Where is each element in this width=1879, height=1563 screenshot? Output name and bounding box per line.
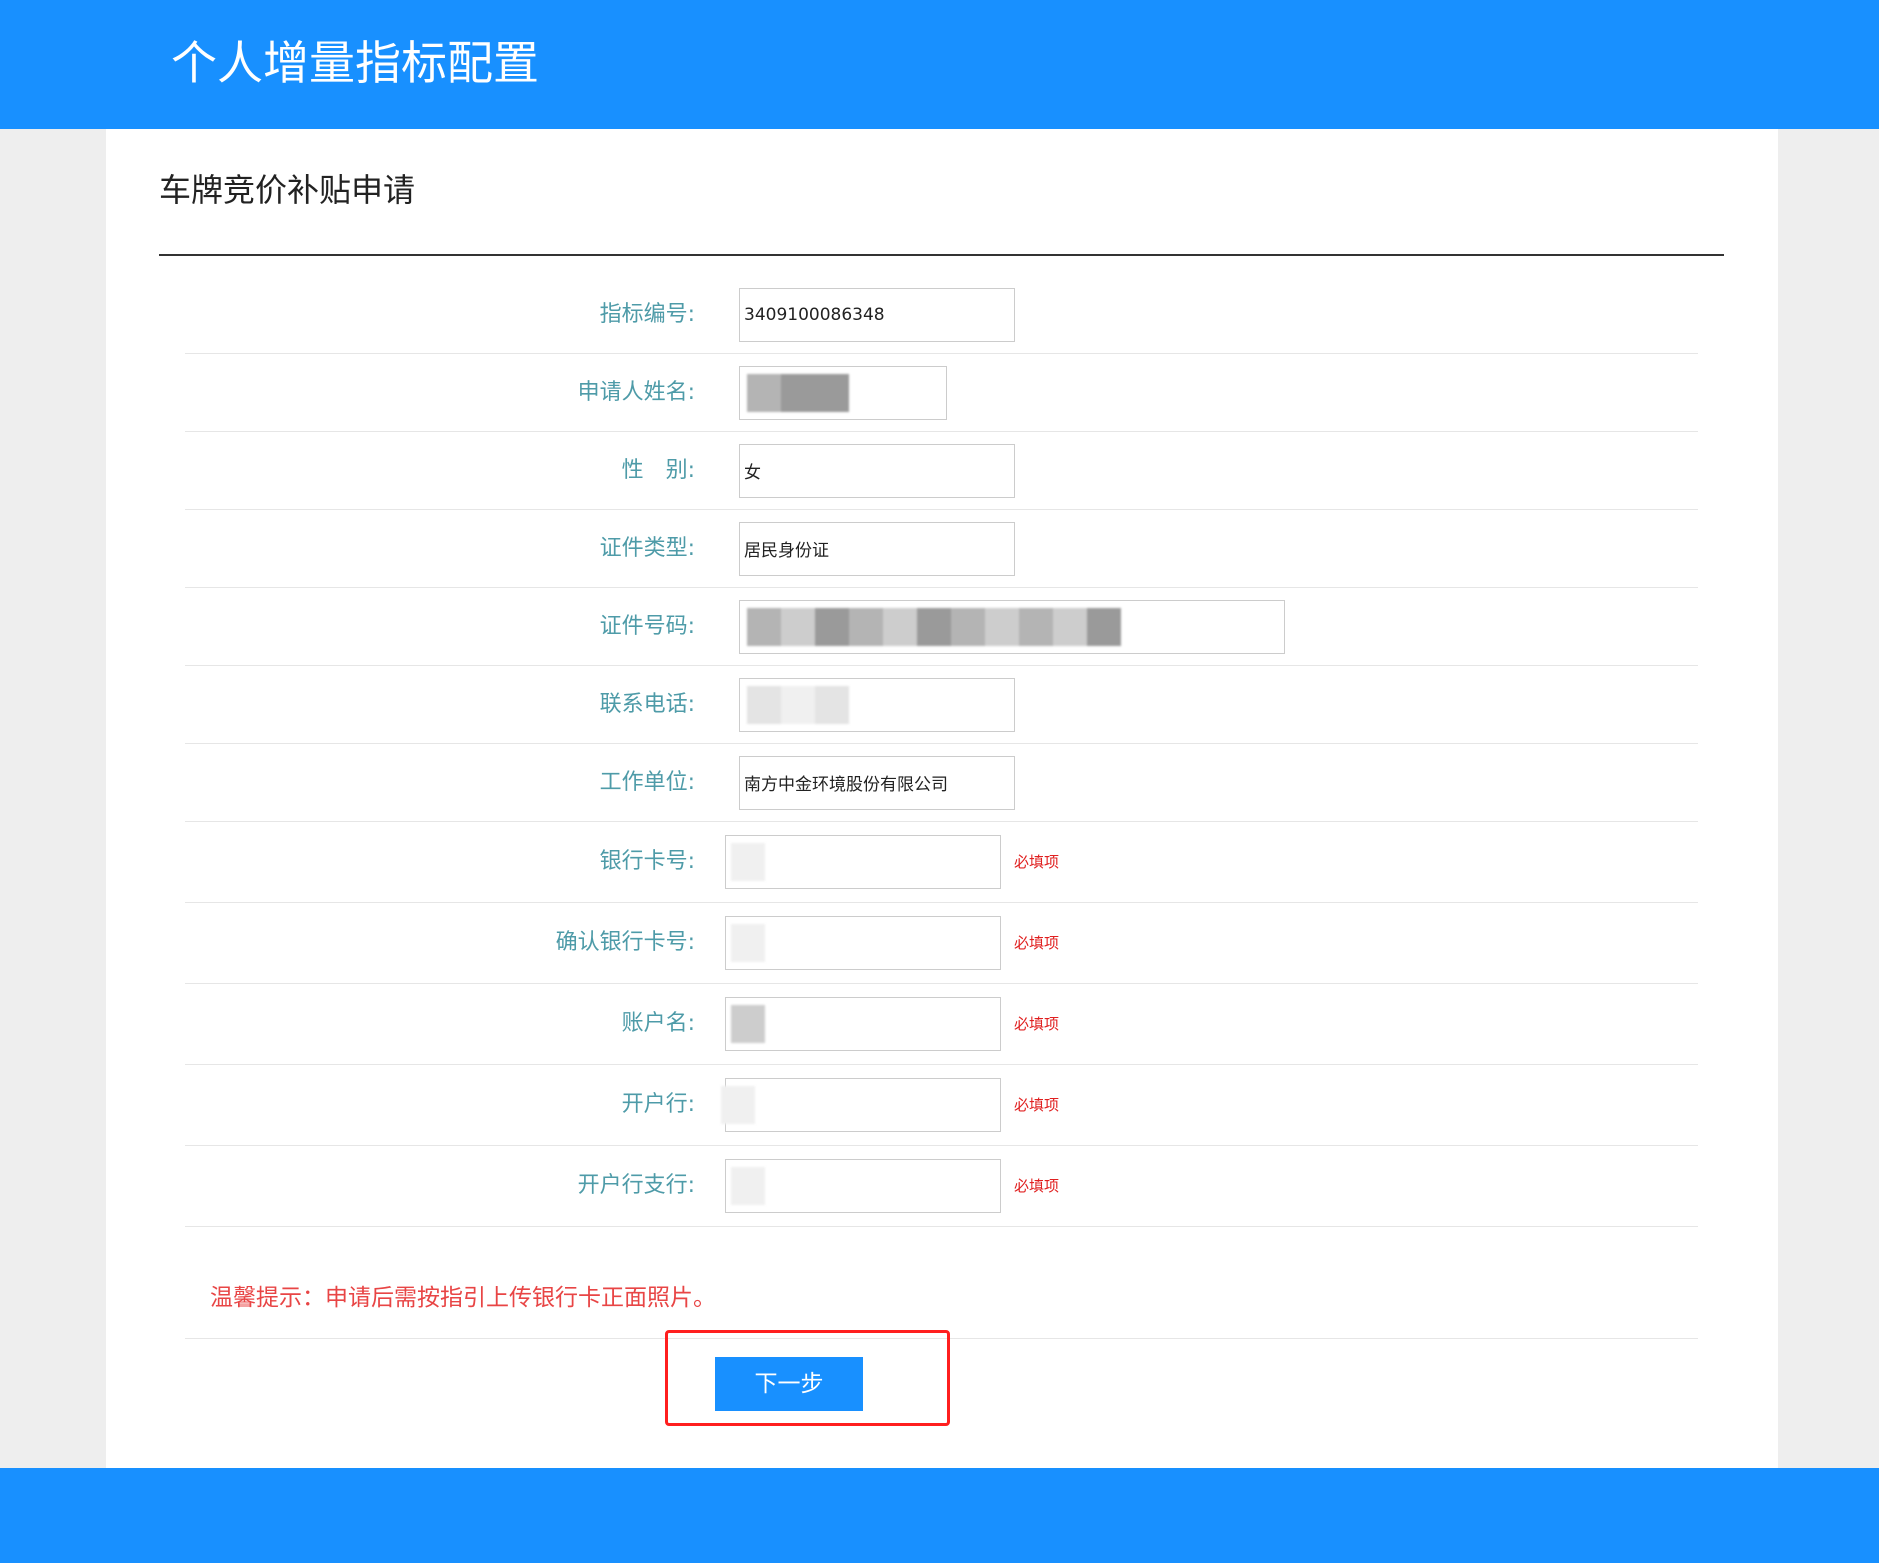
form-row-bank-branch: 开户行支行: 必填项: [185, 1146, 1698, 1227]
form-row-quota-number: 指标编号:: [185, 276, 1698, 354]
redaction-mosaic: [747, 607, 1121, 646]
redaction-mosaic: [731, 924, 765, 962]
bank-branch-input[interactable]: [725, 1159, 1001, 1213]
redaction-mosaic: [747, 685, 849, 724]
confirm-bank-card-label: 确认银行卡号:: [555, 930, 695, 955]
confirm-bank-card-input[interactable]: [725, 916, 1001, 970]
bank-name-label: 开户行:: [621, 1092, 695, 1117]
redaction-mosaic: [731, 1167, 765, 1205]
required-note: 必填项: [1014, 934, 1060, 952]
form-row-id-number: 证件号码:: [185, 588, 1698, 666]
employer-label: 工作单位:: [599, 769, 695, 795]
redaction-mosaic: [731, 1005, 765, 1043]
id-number-label: 证件号码:: [599, 613, 695, 639]
form-row-id-type: 证件类型:: [185, 510, 1698, 588]
bank-card-label: 银行卡号:: [599, 849, 695, 874]
form-row-account-name: 账户名: 必填项: [185, 984, 1698, 1065]
form-row-bank-name: 开户行: 必填项: [185, 1065, 1698, 1146]
app-footer: [0, 1468, 1879, 1563]
account-name-label: 账户名:: [621, 1011, 695, 1036]
id-type-field[interactable]: [739, 521, 1015, 576]
required-note: 必填项: [1014, 1177, 1060, 1195]
page-title: 车牌竞价补贴申请: [159, 171, 416, 209]
form-row-gender: 性 别:: [185, 432, 1698, 510]
applicant-name-label: 申请人姓名:: [577, 379, 695, 405]
app-header: 个人增量指标配置: [0, 0, 1879, 129]
phone-label: 联系电话:: [599, 691, 695, 717]
required-note: 必填项: [1014, 1015, 1060, 1033]
redaction-mosaic: [747, 373, 849, 412]
form-panel: 车牌竞价补贴申请 指标编号: 申请人姓名: 性 别: 证件类型: 证件号码: 联…: [106, 129, 1778, 1468]
bank-name-input[interactable]: [725, 1078, 1001, 1132]
required-note: 必填项: [1014, 853, 1060, 871]
form-row-employer: 工作单位:: [185, 744, 1698, 822]
id-type-label: 证件类型:: [599, 535, 695, 561]
quota-number-label: 指标编号:: [599, 301, 695, 327]
quota-number-field[interactable]: [739, 287, 1015, 342]
next-step-button[interactable]: 下一步: [715, 1357, 863, 1411]
form-row-confirm-bank-card: 确认银行卡号: 必填项: [185, 903, 1698, 984]
employer-field[interactable]: [739, 755, 1015, 810]
redaction-mosaic: [721, 1086, 755, 1124]
upload-tip: 温馨提示：申请后需按指引上传银行卡正面照片。: [210, 1285, 716, 1311]
bank-branch-label: 开户行支行:: [577, 1173, 695, 1198]
form-row-applicant-name: 申请人姓名:: [185, 354, 1698, 432]
gender-field[interactable]: [739, 443, 1015, 498]
redaction-mosaic: [731, 843, 765, 881]
app-title: 个人增量指标配置: [171, 36, 539, 90]
form-row-bank-card: 银行卡号: 必填项: [185, 822, 1698, 903]
form-row-phone: 联系电话:: [185, 666, 1698, 744]
tip-row: 温馨提示：申请后需按指引上传银行卡正面照片。: [185, 1258, 1698, 1339]
title-divider: [159, 254, 1724, 256]
required-note: 必填项: [1014, 1096, 1060, 1114]
account-name-input[interactable]: [725, 997, 1001, 1051]
bank-card-input[interactable]: [725, 835, 1001, 889]
gender-label: 性 别:: [621, 457, 695, 483]
